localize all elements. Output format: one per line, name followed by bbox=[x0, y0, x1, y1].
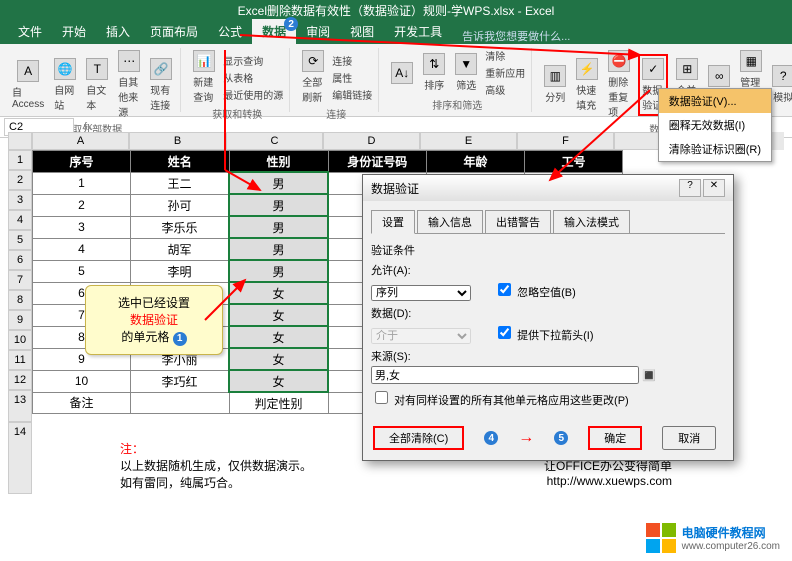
row-headers: 1234567891011121314 bbox=[8, 150, 32, 494]
dialog-tabs: 设置 输入信息 出错警告 输入法模式 bbox=[371, 209, 725, 234]
filter-button[interactable]: ▼筛选 bbox=[453, 51, 479, 94]
edit-links[interactable]: 编辑链接 bbox=[332, 87, 372, 102]
dv-menu-validate[interactable]: 数据验证(V)... bbox=[659, 89, 771, 113]
step-4-badge: 4 bbox=[484, 431, 498, 445]
existing-conn-button[interactable]: 🔗现有连接 bbox=[148, 56, 174, 114]
watermark: 电脑硬件教程网 www.computer26.com bbox=[646, 523, 780, 553]
dialog-tab-error[interactable]: 出错警告 bbox=[485, 210, 551, 234]
select-all-corner[interactable] bbox=[8, 132, 32, 150]
tab-data[interactable]: 数据2 bbox=[252, 19, 296, 44]
allow-select[interactable]: 序列 bbox=[371, 285, 471, 301]
range-picker-icon[interactable]: 🔳 bbox=[642, 370, 656, 382]
clear-all-button[interactable]: 全部清除(C) bbox=[373, 426, 464, 450]
sort-az-button[interactable]: A↓ bbox=[389, 60, 415, 86]
tab-insert[interactable]: 插入 bbox=[96, 19, 140, 44]
tab-file[interactable]: 文件 bbox=[8, 19, 52, 44]
whatif-button[interactable]: ?模拟 bbox=[770, 63, 792, 106]
table-header-row: 序号姓名性别身份证号码年龄工号 bbox=[33, 151, 623, 173]
ok-button[interactable]: 确定 bbox=[588, 426, 642, 450]
dialog-help-icon[interactable]: ? bbox=[679, 179, 701, 197]
flash-fill-button[interactable]: ⚡快速填充 bbox=[574, 56, 600, 114]
refresh-all-button[interactable]: ⟳全部刷新 bbox=[300, 48, 326, 106]
tell-me[interactable]: 告诉我您想要做什么... bbox=[462, 28, 570, 44]
dialog-tab-input[interactable]: 输入信息 bbox=[417, 210, 483, 234]
properties[interactable]: 属性 bbox=[332, 70, 372, 85]
col-a[interactable]: A bbox=[32, 132, 129, 150]
group-query: 📊新建查询 显示查询 从表格 最近使用的源 获取和转换 bbox=[185, 48, 290, 112]
from-other-button[interactable]: ⋯自其他来源 bbox=[116, 48, 142, 121]
from-table[interactable]: 从表格 bbox=[223, 70, 283, 85]
step-1-badge: 1 bbox=[173, 332, 187, 346]
col-e[interactable]: E bbox=[420, 132, 517, 150]
step-2-badge: 2 bbox=[284, 17, 298, 31]
dv-menu-clear[interactable]: 清除验证标识圈(R) bbox=[659, 137, 771, 161]
new-query-button[interactable]: 📊新建查询 bbox=[191, 48, 217, 106]
source-label: 来源(S): bbox=[371, 348, 725, 364]
data-validation-dropdown: 数据验证(V)... 圈释无效数据(I) 清除验证标识圈(R) bbox=[658, 88, 772, 162]
reapply-filter[interactable]: 重新应用 bbox=[485, 65, 525, 80]
tab-dev[interactable]: 开发工具 bbox=[384, 19, 452, 44]
group-connections: ⟳全部刷新 连接 属性 编辑链接 连接 bbox=[294, 48, 379, 112]
step-5-badge: 5 bbox=[554, 431, 568, 445]
group-sort-filter: A↓ ⇅排序 ▼筛选 清除 重新应用 高级 排序和筛选 bbox=[383, 48, 532, 112]
ignore-blank-checkbox[interactable] bbox=[498, 283, 511, 296]
sort-button[interactable]: ⇅排序 bbox=[421, 51, 447, 94]
callout-step-1: 选中已经设置 数据验证 的单元格 1 bbox=[85, 285, 223, 355]
advanced-filter[interactable]: 高级 bbox=[485, 82, 525, 97]
dialog-tab-ime[interactable]: 输入法模式 bbox=[553, 210, 630, 234]
data-label: 数据(D): bbox=[371, 305, 725, 321]
dialog-tab-settings[interactable]: 设置 bbox=[371, 210, 415, 234]
col-f[interactable]: F bbox=[517, 132, 614, 150]
tab-formula[interactable]: 公式 bbox=[208, 19, 252, 44]
from-web-button[interactable]: 🌐自网站 bbox=[52, 56, 78, 114]
data-validation-dialog: 数据验证 ? ✕ 设置 输入信息 出错警告 输入法模式 验证条件 允许(A): … bbox=[362, 174, 734, 461]
from-access-button[interactable]: A自 Access bbox=[10, 58, 46, 112]
from-text-button[interactable]: T自文本 bbox=[84, 56, 110, 114]
clear-filter[interactable]: 清除 bbox=[485, 48, 525, 63]
tab-home[interactable]: 开始 bbox=[52, 19, 96, 44]
footer-note: 注： 以上数据随机生成，仅供数据演示。 如有雷同，纯属巧合。 bbox=[120, 440, 312, 491]
recent-sources[interactable]: 最近使用的源 bbox=[223, 87, 283, 102]
col-b[interactable]: B bbox=[129, 132, 226, 150]
tab-view[interactable]: 视图 bbox=[340, 19, 384, 44]
show-queries[interactable]: 显示查询 bbox=[223, 53, 283, 68]
remove-dup-button[interactable]: ⛔删除重复项 bbox=[606, 48, 632, 121]
dialog-title: 数据验证 bbox=[371, 180, 419, 197]
connections[interactable]: 连接 bbox=[332, 53, 372, 68]
col-c[interactable]: C bbox=[226, 132, 323, 150]
dropdown-checkbox[interactable] bbox=[498, 326, 511, 339]
group-external-data: A自 Access 🌐自网站 T自文本 ⋯自其他来源 🔗现有连接 获取外部数据 bbox=[4, 48, 181, 112]
apply-all-checkbox[interactable] bbox=[375, 391, 388, 404]
ribbon-tabs: 文件 开始 插入 页面布局 公式 数据2 审阅 视图 开发工具 告诉我您想要做什… bbox=[0, 22, 792, 44]
text-to-columns-button[interactable]: ▥分列 bbox=[542, 63, 568, 106]
section-label: 验证条件 bbox=[371, 242, 725, 258]
tab-layout[interactable]: 页面布局 bbox=[140, 19, 208, 44]
dv-menu-circle[interactable]: 圈释无效数据(I) bbox=[659, 113, 771, 137]
data-select: 介于 bbox=[371, 328, 471, 344]
allow-label: 允许(A): bbox=[371, 262, 725, 278]
tab-review[interactable]: 审阅 bbox=[296, 19, 340, 44]
col-d[interactable]: D bbox=[323, 132, 420, 150]
source-input[interactable] bbox=[371, 366, 639, 384]
cancel-button[interactable]: 取消 bbox=[662, 426, 716, 450]
dialog-close-icon[interactable]: ✕ bbox=[703, 179, 725, 197]
windows-logo-icon bbox=[646, 523, 676, 553]
